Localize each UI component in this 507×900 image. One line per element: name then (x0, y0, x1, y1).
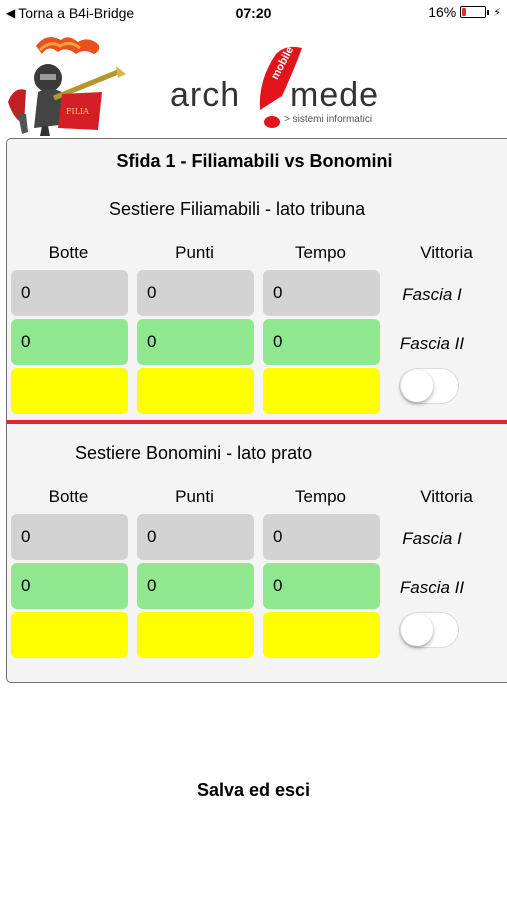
toggle-knob (401, 614, 433, 646)
col-header-punti: Punti (175, 487, 214, 506)
fascia1-label: Fascia I (402, 285, 462, 304)
status-bar: ◀ Torna a B4i-Bridge 07:20 16% ⚡ (0, 0, 507, 26)
section-title-filiamabili: Sestiere Filiamabili - lato tribuna (109, 199, 366, 219)
fascia1-punti-field[interactable]: 0 (137, 270, 254, 316)
fascia1-botte-field[interactable]: 0 (11, 514, 128, 560)
total-tempo-field[interactable] (263, 612, 380, 658)
fascia2-tempo-field[interactable]: 0 (263, 319, 380, 365)
total-tempo-field[interactable] (263, 368, 380, 414)
battery-fill (462, 8, 467, 16)
fascia1-label: Fascia I (402, 529, 462, 548)
battery-tip (487, 9, 490, 15)
archimede-logo: arch mobile mede > sistemi informatici (170, 45, 379, 128)
save-and-exit-button[interactable]: Salva ed esci (0, 780, 507, 801)
total-punti-field[interactable] (137, 368, 254, 414)
col-header-punti: Punti (175, 243, 214, 262)
col-header-botte: Botte (48, 487, 89, 506)
total-botte-field[interactable] (11, 612, 128, 658)
fascia1-tempo-field[interactable]: 0 (263, 514, 380, 560)
col-header-vittoria: Vittoria (420, 487, 473, 506)
fascia2-botte-field[interactable]: 0 (11, 319, 128, 365)
match-title: Sfida 1 - Filiamabili vs Bonomini (116, 151, 393, 171)
total-punti-field[interactable] (137, 612, 254, 658)
section-divider (7, 420, 507, 424)
battery-icon (460, 6, 487, 18)
fascia2-tempo-field[interactable]: 0 (263, 563, 380, 609)
toggle-knob (401, 370, 433, 402)
fascia1-punti-field[interactable]: 0 (137, 514, 254, 560)
brand-mede-text: mede (290, 76, 379, 114)
brand-subtitle: > sistemi informatici (284, 114, 372, 125)
battery-percent: 16% (428, 4, 457, 20)
col-header-vittoria: Vittoria (420, 243, 473, 262)
col-header-botte: Botte (48, 243, 89, 262)
fascia2-label: Fascia II (399, 334, 465, 353)
fascia1-tempo-field[interactable]: 0 (263, 270, 380, 316)
victory-toggle-bonomini[interactable] (399, 612, 459, 648)
brand-arch-text: arch (170, 76, 240, 114)
fascia2-punti-field[interactable]: 0 (137, 563, 254, 609)
section-title-bonomini: Sestiere Bonomini - lato prato (75, 443, 313, 463)
fascia2-botte-field[interactable]: 0 (11, 563, 128, 609)
charging-bolt-icon: ⚡ (493, 6, 501, 19)
col-header-tempo: Tempo (294, 487, 347, 506)
svg-text:FILIA: FILIA (66, 107, 89, 116)
battery-indicator: 16% ⚡ (428, 4, 501, 20)
match-card: Sfida 1 - Filiamabili vs Bonomini Sestie… (6, 138, 507, 683)
victory-toggle-filiamabili[interactable] (399, 368, 459, 404)
total-botte-field[interactable] (11, 368, 128, 414)
sestiere-mascot-logo: FILIA (8, 37, 126, 136)
fascia2-label: Fascia II (399, 578, 465, 597)
fascia1-botte-field[interactable]: 0 (11, 270, 128, 316)
col-header-tempo: Tempo (294, 243, 347, 262)
fascia2-punti-field[interactable]: 0 (137, 319, 254, 365)
